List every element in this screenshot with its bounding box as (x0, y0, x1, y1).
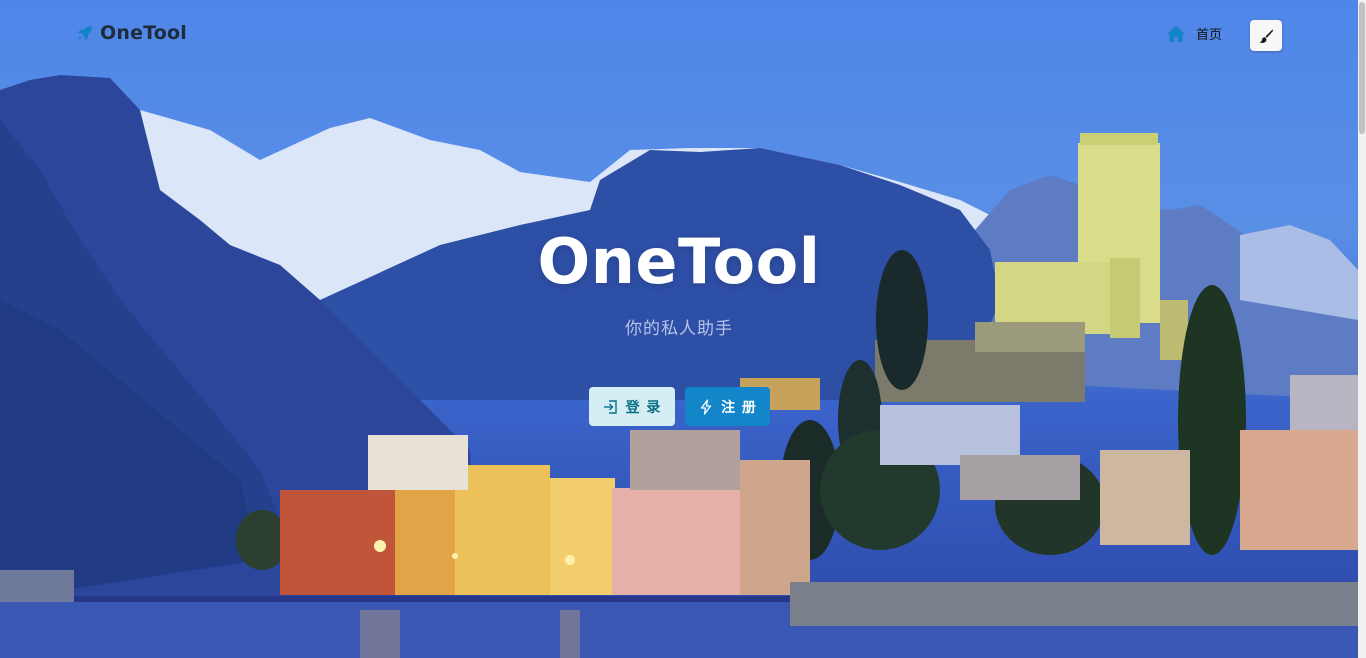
rocket-icon (76, 24, 94, 42)
top-nav: OneTool 首页 (0, 0, 1366, 70)
page-scrollbar[interactable] (1358, 0, 1366, 658)
login-button[interactable]: 登 录 (589, 387, 675, 426)
hero-title: OneTool (537, 225, 821, 298)
scrollbar-thumb[interactable] (1359, 2, 1365, 134)
hero-section: OneTool 首页 OneTool 你的私人助手 登 录 注 册 (0, 0, 1366, 658)
sign-in-icon (603, 399, 619, 415)
lightning-icon (698, 398, 714, 415)
register-button[interactable]: 注 册 (685, 387, 770, 426)
home-label: 首页 (1196, 28, 1223, 43)
brand-logo[interactable]: OneTool (76, 22, 187, 44)
nav-home-link[interactable]: 首页 (1166, 24, 1222, 43)
register-label: 注 册 (721, 399, 757, 416)
brand-name: OneTool (100, 22, 188, 44)
theme-toggle-button[interactable] (1250, 20, 1282, 51)
home-icon (1166, 25, 1186, 43)
hero-subtitle: 你的私人助手 (625, 319, 733, 339)
login-label: 登 录 (625, 399, 662, 416)
paintbrush-icon (1258, 28, 1274, 44)
